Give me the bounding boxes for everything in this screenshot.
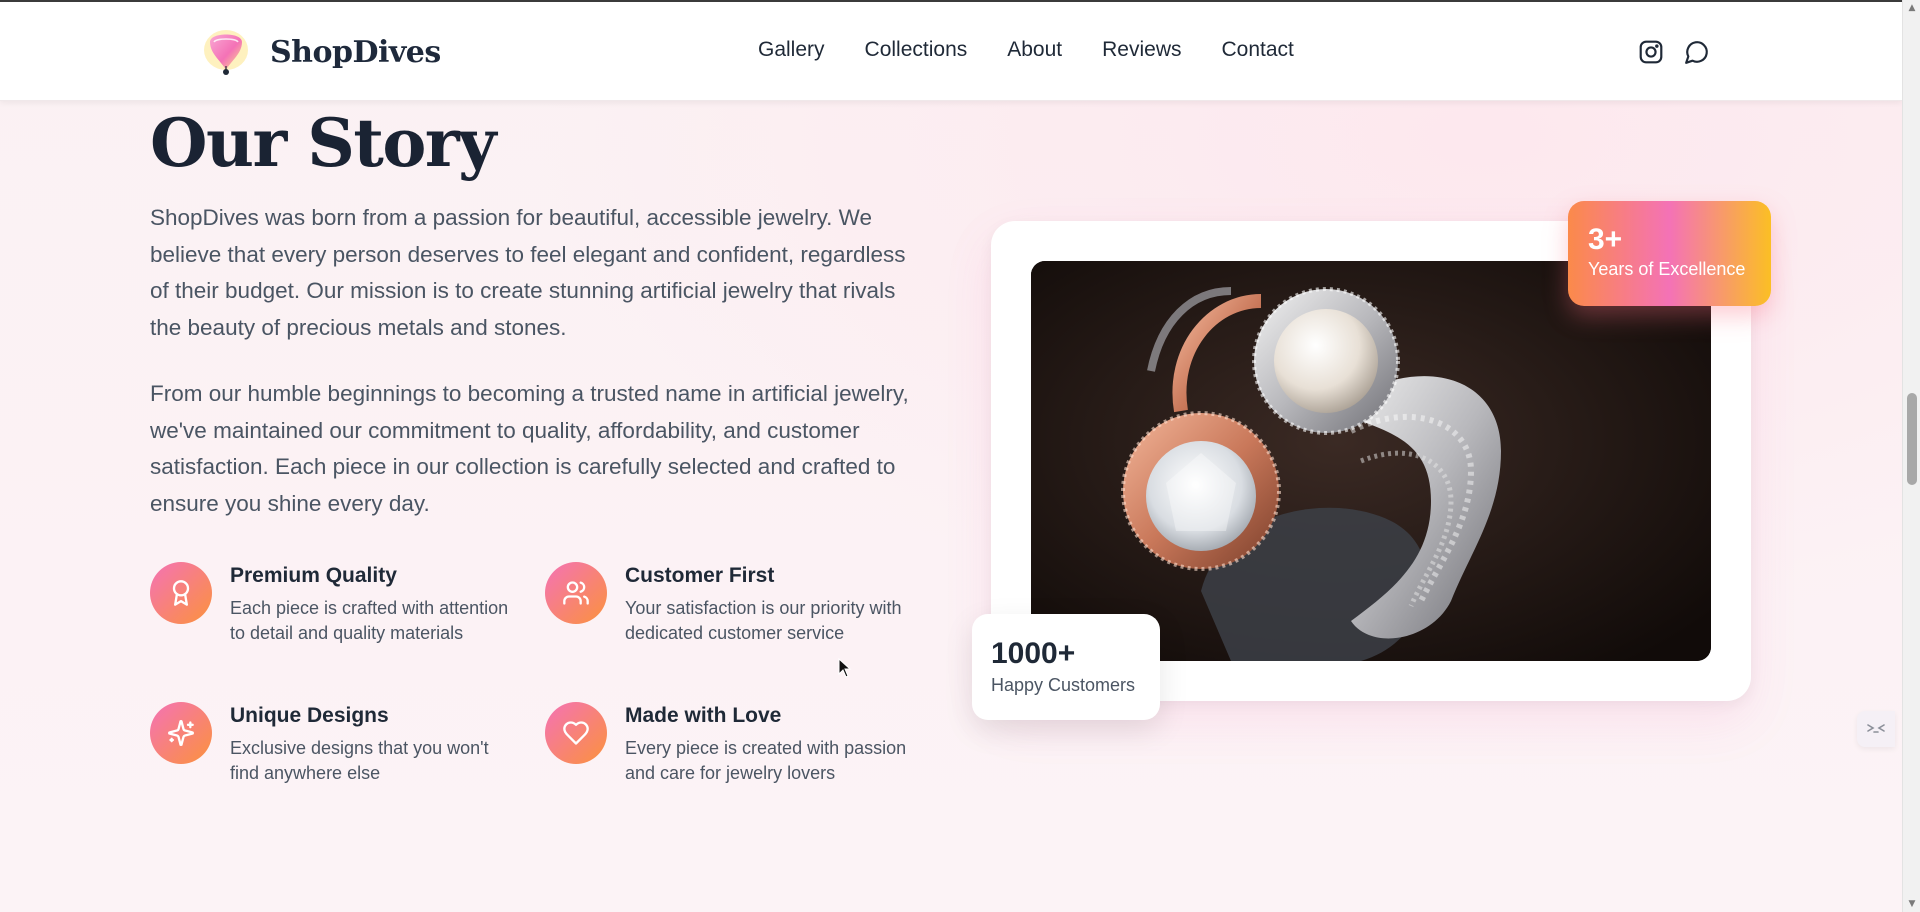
award-ribbon-icon — [150, 562, 212, 624]
feature-description: Each piece is crafted with attention to … — [230, 598, 509, 643]
brand-name: ShopDives — [270, 34, 441, 70]
sparkles-icon — [150, 702, 212, 764]
brand-logo[interactable]: ShopDives — [200, 26, 441, 78]
nav-gallery[interactable]: Gallery — [758, 38, 825, 62]
feature-title: Customer First — [625, 564, 775, 587]
feature-customer-first: Customer First Your satisfaction is our … — [545, 562, 915, 646]
feature-description: Every piece is created with passion and … — [625, 738, 907, 783]
instagram-icon[interactable] — [1638, 39, 1664, 65]
jewelry-rings-photo — [1031, 261, 1711, 661]
feature-description: Exclusive designs that you won't find an… — [230, 738, 489, 783]
nav-collections[interactable]: Collections — [865, 38, 968, 62]
feature-description: Your satisfaction is our priority with d… — [625, 598, 902, 643]
feature-title: Unique Designs — [230, 704, 389, 727]
scroll-up-arrow-icon[interactable]: ▲ — [1903, 0, 1920, 16]
chat-bubble-icon[interactable] — [1684, 39, 1710, 65]
happy-customers-badge: 1000+ Happy Customers — [972, 614, 1160, 720]
social-links — [1638, 39, 1710, 65]
scrollbar-thumb[interactable] — [1907, 393, 1917, 485]
page: ShopDives Gallery Collections About Revi… — [0, 0, 1902, 912]
jewel-logo-icon — [200, 26, 252, 78]
customers-value: 1000+ — [991, 637, 1076, 670]
page-scrollbar[interactable]: ▲ ▼ — [1902, 0, 1920, 912]
feature-unique-designs: Unique Designs Exclusive designs that yo… — [150, 702, 520, 786]
scroll-down-arrow-icon[interactable]: ▼ — [1903, 896, 1920, 912]
feature-title: Made with Love — [625, 704, 782, 727]
section-title: Our Story — [150, 104, 497, 182]
years-label: Years of Excellence — [1588, 259, 1746, 279]
nav-reviews[interactable]: Reviews — [1102, 38, 1181, 62]
mouse-cursor-icon — [838, 657, 852, 678]
collapse-widget-button[interactable] — [1857, 711, 1895, 747]
story-paragraph-2: From our humble beginnings to becoming a… — [150, 381, 909, 516]
feature-title: Premium Quality — [230, 564, 397, 587]
feature-premium-quality: Premium Quality Each piece is crafted wi… — [150, 562, 520, 646]
main-nav: Gallery Collections About Reviews Contac… — [758, 38, 1294, 62]
feature-made-with-love: Made with Love Every piece is created wi… — [545, 702, 915, 786]
nav-contact[interactable]: Contact — [1222, 38, 1294, 62]
years-excellence-badge: 3+ Years of Excellence — [1568, 201, 1771, 306]
collapse-arrows-icon — [1866, 720, 1886, 739]
users-icon — [545, 562, 607, 624]
customers-label: Happy Customers — [991, 675, 1136, 695]
heart-icon — [545, 702, 607, 764]
story-paragraph-1: ShopDives was born from a passion for be… — [150, 205, 906, 340]
years-value: 3+ — [1588, 223, 1623, 256]
site-header: ShopDives Gallery Collections About Revi… — [0, 2, 1902, 101]
nav-about[interactable]: About — [1007, 38, 1062, 62]
